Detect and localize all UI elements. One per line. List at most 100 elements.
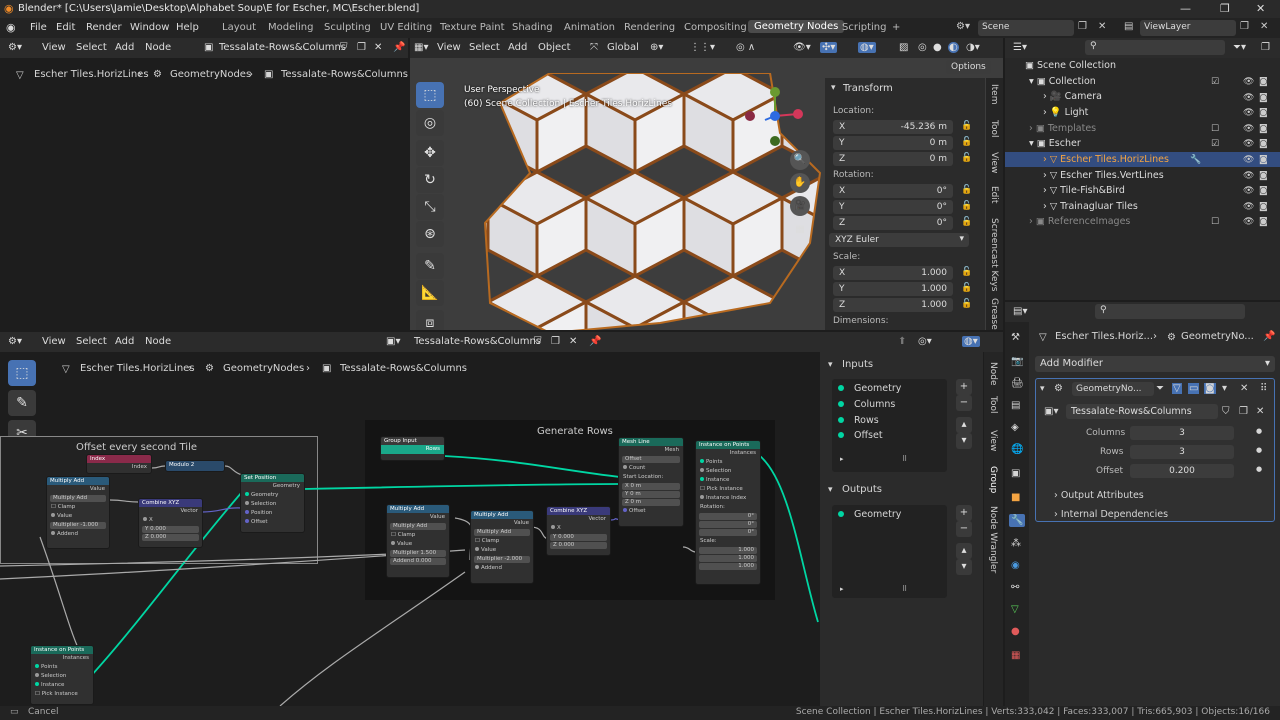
camera-render-icon[interactable]: ◙ xyxy=(1259,108,1268,118)
tab-compositing[interactable]: Compositing xyxy=(684,22,747,33)
list-resize-handle-icon[interactable]: ⠿ xyxy=(902,585,907,593)
output-icon[interactable]: 🖨 xyxy=(1011,378,1024,389)
lock-icon[interactable]: 🔓 xyxy=(961,137,972,147)
node-combine-xyz-1[interactable]: Combine XYZ Vector X Y 0.000 Z 0.000 xyxy=(138,498,203,548)
tab-node[interactable]: Node xyxy=(988,362,998,386)
object-icon[interactable]: ■ xyxy=(1011,492,1020,503)
unlink-icon[interactable]: ✕ xyxy=(1256,406,1264,417)
menu-window[interactable]: Window xyxy=(130,22,169,33)
modifier-wrench-icon[interactable]: 🔧 xyxy=(1190,155,1201,165)
remove-modifier-icon[interactable]: ✕ xyxy=(1240,383,1248,394)
node-multiplier-field[interactable]: Multiplier -1.000 xyxy=(50,522,106,529)
remove-output-button[interactable]: − xyxy=(956,521,972,537)
add-input-button[interactable]: + xyxy=(956,379,972,395)
lock-icon[interactable]: 🔓 xyxy=(961,121,972,131)
scene-selector[interactable]: Scene xyxy=(978,20,1074,36)
outliner-templates[interactable]: › ▣ Templates xyxy=(1029,121,1096,136)
lock-icon[interactable]: 🔓 xyxy=(961,283,972,293)
node-combine-xyz-2[interactable]: Combine XYZ Vector X Y 0.000 Z 0.000 xyxy=(546,506,611,556)
node-rot-z-field[interactable]: 0° xyxy=(699,529,757,536)
new-scene-icon[interactable]: ❐ xyxy=(1078,21,1087,32)
tab-view[interactable]: View xyxy=(989,152,999,173)
collection-icon[interactable]: ▣ xyxy=(1011,468,1020,479)
camera-render-icon[interactable]: ◙ xyxy=(1259,93,1268,103)
tab-rendering[interactable]: Rendering xyxy=(624,22,675,33)
attribute-toggle-icon[interactable]: ● xyxy=(1256,465,1262,473)
collapse-chevron-icon[interactable]: ▾ xyxy=(828,485,833,495)
eye-icon[interactable]: 👁 xyxy=(1243,171,1254,181)
properties-editor-type-icon[interactable]: ▤▾ xyxy=(1013,306,1027,317)
node-multiply-add-2[interactable]: Multiply Add Value Multiply Add ☐ Clamp … xyxy=(386,504,450,578)
menu-view[interactable]: View xyxy=(42,42,66,53)
tab-grease[interactable]: Grease xyxy=(989,298,999,330)
node-clamp-checkbox[interactable]: ☐ Clamp xyxy=(471,537,533,546)
camera-view-icon[interactable]: 🎥 xyxy=(790,196,810,216)
node-mode-dropdown[interactable]: Offset xyxy=(622,456,680,463)
node-field-y[interactable]: Y 0 m xyxy=(622,491,680,498)
menu-select[interactable]: Select xyxy=(76,42,107,53)
unlink-icon[interactable]: ✕ xyxy=(374,42,382,53)
node-clamp-checkbox[interactable]: ☐ Clamp xyxy=(387,531,449,540)
node-field-y[interactable]: Y 0.000 xyxy=(142,526,199,533)
node-instance-on-points-2[interactable]: Instance on Points Instances Points Sele… xyxy=(30,645,94,705)
proportional-icon[interactable]: ◎ ∧ xyxy=(736,42,755,53)
rotation-z-field[interactable]: Z 0° xyxy=(833,216,953,230)
tab-tool[interactable]: Tool xyxy=(989,120,999,137)
node-pick-instance-checkbox[interactable]: ☐ Pick Instance xyxy=(696,485,760,494)
texture-icon[interactable]: ▦ xyxy=(1011,650,1020,661)
physics-icon[interactable]: ◉ xyxy=(1011,560,1020,571)
zoom-icon[interactable]: 🔍 xyxy=(790,150,810,170)
transform-tool-icon[interactable]: ⊛ xyxy=(416,221,444,247)
tab-layout[interactable]: Layout xyxy=(222,22,256,33)
menu-edit[interactable]: Edit xyxy=(56,22,75,33)
tab-group[interactable]: Group xyxy=(988,466,998,493)
lock-icon[interactable]: 🔓 xyxy=(961,201,972,211)
scale-x-field[interactable]: X 1.000 xyxy=(833,266,953,280)
navigation-gizmo-icon[interactable] xyxy=(740,86,820,156)
rows-field[interactable]: 3 xyxy=(1130,445,1234,459)
eye-icon[interactable]: 👁 xyxy=(1243,139,1254,149)
collapse-chevron-icon[interactable]: ▾ xyxy=(831,83,836,93)
viewport-display-icon[interactable]: ▭ xyxy=(1188,383,1200,394)
drag-handle-icon[interactable]: ⠿ xyxy=(1260,383,1267,394)
columns-field[interactable]: 3 xyxy=(1130,426,1234,440)
edit-mode-icon[interactable]: ⏷ xyxy=(1156,383,1164,394)
location-x-field[interactable]: X -45.236 m xyxy=(833,120,953,134)
menu-file[interactable]: File xyxy=(30,22,47,33)
tab-sculpting[interactable]: Sculpting xyxy=(324,22,371,33)
move-tool-icon[interactable]: ✥ xyxy=(416,140,444,166)
lock-icon[interactable]: 🔓 xyxy=(961,153,972,163)
lock-icon[interactable]: 🔓 xyxy=(961,299,972,309)
rotation-x-field[interactable]: X 0° xyxy=(833,184,953,198)
material-icon[interactable]: ● xyxy=(1011,626,1020,637)
eye-icon[interactable]: 👁 xyxy=(1243,217,1254,227)
list-expand-icon[interactable]: ▸ xyxy=(840,455,844,463)
output-item-geometry[interactable]: Geometry xyxy=(838,509,901,520)
internal-dependencies-panel[interactable]: › Internal Dependencies xyxy=(1054,509,1168,520)
add-modifier-dropdown[interactable]: Add Modifier ▾ xyxy=(1035,356,1275,372)
move-down-button[interactable]: ▾ xyxy=(956,559,972,575)
outliner-triangular-tiles[interactable]: › ▽ Trainagluar Tiles xyxy=(1043,199,1138,214)
pivot-icon[interactable]: ⊕▾ xyxy=(650,42,663,53)
properties-search-input[interactable]: ⚲ xyxy=(1095,304,1245,319)
duplicate-icon[interactable]: ❐ xyxy=(357,42,366,53)
rotation-y-field[interactable]: Y 0° xyxy=(833,200,953,214)
pan-hand-icon[interactable]: ✋ xyxy=(790,173,810,193)
eye-icon[interactable]: 👁 xyxy=(1243,108,1254,118)
outliner-escher[interactable]: ▾ ▣ Escher xyxy=(1029,136,1081,151)
menu-add[interactable]: Add xyxy=(115,42,134,53)
maximize-icon[interactable]: ❐ xyxy=(1220,2,1230,15)
modifier-nodetree-field[interactable]: Tessalate-Rows&Columns xyxy=(1066,404,1218,419)
duplicate-icon[interactable]: ❐ xyxy=(1239,406,1248,417)
shading-wireframe-icon[interactable]: ◎ xyxy=(918,42,927,53)
add-output-button[interactable]: + xyxy=(956,505,972,521)
xray-icon[interactable]: ▨ xyxy=(899,42,908,53)
render-display-icon[interactable]: ◙ xyxy=(1204,383,1216,394)
geometry-node-editor[interactable]: ⚙▾ View Select Add Node ▣▾ Tessalate-Row… xyxy=(0,332,1003,706)
node-rot-y-field[interactable]: 0° xyxy=(699,521,757,528)
fake-user-icon[interactable]: ⛉ xyxy=(1222,406,1230,417)
node-scale-x-field[interactable]: 1.000 xyxy=(699,547,757,554)
annotate-tool-icon[interactable]: ✎ xyxy=(416,253,444,279)
lock-icon[interactable]: 🔓 xyxy=(961,267,972,277)
node-index[interactable]: Index Index xyxy=(86,454,152,474)
